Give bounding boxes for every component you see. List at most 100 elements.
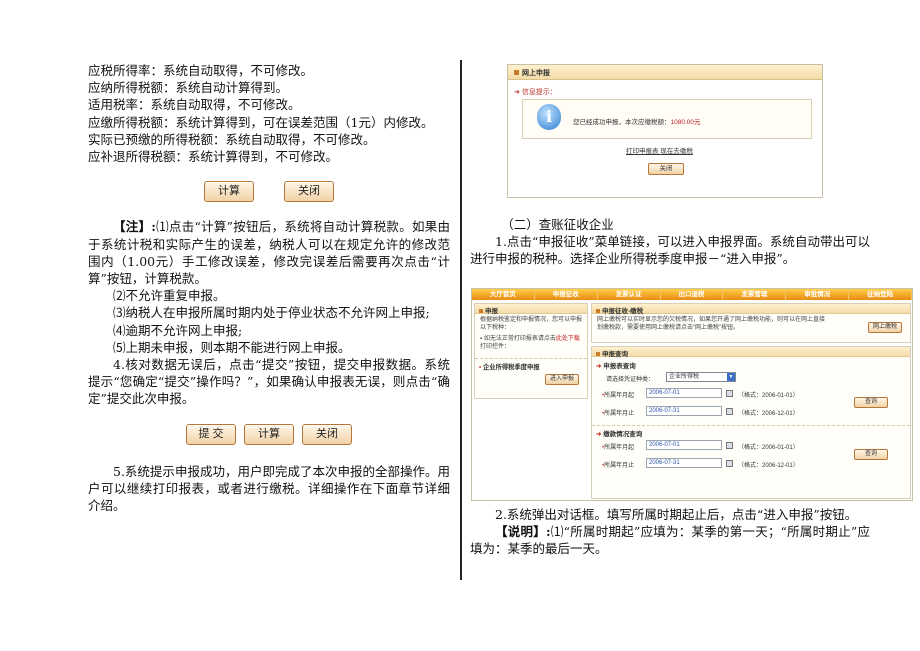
nav-item-filing[interactable]: 申报征收 [535, 289, 598, 300]
square-icon [514, 70, 519, 75]
tax-type-label: 企业所得税季度申报 [482, 364, 540, 371]
from-date-input[interactable]: 2006-07-01 [646, 388, 722, 398]
message-text: 您已经成功申报，本次应缴税额： [573, 119, 671, 126]
message-box: i 您已经成功申报，本次应缴税额：1080.00元 [522, 99, 812, 139]
format-hint: （格式：2006-12-01） [738, 411, 799, 417]
query-button[interactable]: 查询 [854, 449, 888, 460]
arrow-icon: ➜ [596, 363, 602, 370]
panel-title: 申报征收-缴税 [602, 308, 644, 315]
step-2-paragraph: 2.系统弹出对话框。填写所属时期起止后，点击“进入申报”按钮。 [495, 507, 858, 522]
note-item: ⑵不允许重复申报。 [113, 288, 226, 304]
enter-filing-button[interactable]: 进入申报 [545, 374, 579, 385]
tax-type-item: • 企业所得税季度申报 [475, 360, 544, 373]
text-line: 应税所得率：系统自动取得，不可修改。 [88, 63, 314, 78]
note-paragraph: 【注】:⑴点击“计算”按钮后，系统将自动计算税款。如果由于系统计税和实际产生的误… [88, 218, 450, 287]
section-label: 缴款情况查询 [603, 431, 643, 438]
format-hint: （格式：2006-01-01） [738, 445, 799, 451]
format-hint: （格式：2006-01-01） [738, 393, 799, 399]
to-label: •所属年月止 [602, 411, 635, 417]
panel-text-part: 如无法正常打印报表请点击 [483, 336, 556, 342]
bullet-icon: • [479, 364, 482, 371]
section-title: （二）查账征收企业 [501, 217, 614, 232]
pay-description: 网上缴税可以实时显示您的欠税情况，如果您开通了网上缴税功能，则可以在网上直接划缴… [597, 317, 826, 331]
panel-title: 申报 [485, 308, 498, 315]
close-button[interactable]: 关闭 [284, 181, 334, 203]
calculate-button[interactable]: 计算 [204, 181, 254, 203]
panel-text: 根据纳税鉴定和申报情况，您可以申报以下税种： ▪ 如无法正常打印报表请点击此处下… [475, 314, 587, 353]
payment-to-date-input[interactable]: 2006-07-31 [646, 458, 722, 468]
nav-item-approval[interactable]: 审批情况 [786, 289, 850, 300]
text-line: 适用税率：系统自动取得，不可修改。 [88, 97, 301, 113]
to-label: •所属年月止 [602, 463, 635, 469]
filing-left-panel: 申报 根据纳税鉴定和申报情况，您可以申报以下税种： ▪ 如无法正常打印报表请点击… [474, 303, 588, 399]
panel-text-line: 根据纳税鉴定和申报情况，您可以申报以下税种： [480, 317, 583, 331]
info-icon: i [537, 104, 561, 130]
amount-text: 1080.00元 [670, 119, 701, 126]
column-divider [460, 60, 462, 580]
action-links: 打印申报表 现在去缴税 [626, 145, 693, 155]
panel-text-part: 打印控件： [480, 344, 511, 350]
text-line: 应缴所得税额：系统计算得到，可在误差范围（1元）内修改。 [88, 114, 434, 130]
select-value: 企业所得税 [669, 374, 700, 380]
panel-text-line: ▪ 如无法正常打印报表请点击此处下载打印控件： [480, 335, 582, 351]
square-icon [596, 352, 600, 356]
warning-icon: ▪ [480, 336, 483, 342]
pay-panel: 申报征收-缴税 网上缴税可以实时显示您的欠税情况，如果您开通了网上缴税功能，则可… [591, 303, 911, 343]
voucher-type-label: 请选择凭证种类： [606, 377, 655, 383]
nav-item-invoice-mgmt[interactable]: 发票管理 [723, 289, 787, 300]
calendar-icon[interactable] [726, 408, 733, 415]
voucher-type-select[interactable]: 企业所得税 ▼ [666, 372, 736, 382]
separator [475, 358, 587, 359]
close-button[interactable]: 关闭 [302, 423, 352, 445]
top-nav: 大厅首页 申报征收 发票认证 出口退税 发票管理 审批情况 征纳登陆 [472, 289, 913, 300]
calendar-icon[interactable] [726, 390, 733, 397]
note-item: ⑶纳税人在申报所属时期内处于停业状态不允许网上申报; [113, 305, 430, 321]
text-line: 应纳所得税额：系统自动计算得到。 [88, 80, 289, 96]
note-label: 【注】: [113, 219, 156, 235]
calculate-button[interactable]: 计算 [244, 423, 294, 445]
report-query-section: ➜ 申报表查询 [596, 360, 636, 370]
pay-now-link[interactable]: 现在去缴税 [660, 148, 693, 155]
from-label: •所属年月起 [602, 393, 635, 399]
arrow-icon: ➜ [596, 431, 602, 438]
nav-item-home[interactable]: 大厅首页 [472, 289, 535, 300]
panel-header: 申报征收-缴税 [592, 304, 910, 315]
panel-header: 申报查询 [592, 347, 910, 358]
panel-header: 网上申报 [508, 65, 822, 80]
query-panel: 申报查询 ➜ 申报表查询 请选择凭证种类： 企业所得税 ▼ •所属年月起 2006… [591, 346, 911, 499]
step-5-paragraph: 5.系统提示申报成功，用户即完成了本次申报的全部操作。用户可以继续打印报表，或者… [88, 463, 450, 514]
calendar-icon[interactable] [726, 442, 733, 449]
note-item: ⑸上期未申报，则本期不能进行网上申报。 [113, 339, 351, 355]
query-button[interactable]: 查询 [854, 397, 888, 408]
panel-title: 申报查询 [602, 351, 628, 358]
note-item: ⑷逾期不允许网上申报; [113, 322, 243, 338]
separator [592, 425, 910, 426]
arrow-icon: ➜ [514, 89, 520, 96]
success-message: 您已经成功申报，本次应缴税额：1080.00元 [573, 116, 701, 126]
from-label: •所属年月起 [602, 445, 635, 451]
online-pay-button[interactable]: 网上缴税 [868, 322, 902, 333]
panel-header: 申报 [475, 304, 587, 315]
right-column-bottom: 2.系统弹出对话框。填写所属时期起止后，点击“进入申报”按钮。 【说明】:⑴“所… [470, 506, 870, 558]
to-date-input[interactable]: 2006-07-31 [646, 406, 722, 416]
format-hint: （格式：2006-12-01） [738, 463, 799, 469]
submit-button[interactable]: 提 交 [186, 423, 236, 445]
payment-query-section: ➜ 缴款情况查询 [596, 428, 642, 438]
download-link[interactable]: 此处下载 [556, 336, 580, 342]
chevron-down-icon: ▼ [727, 373, 735, 381]
nav-item-invoice-auth[interactable]: 发票认证 [598, 289, 661, 300]
close-button[interactable]: 关闭 [648, 163, 684, 175]
info-tip: ➜ 信息提示： [514, 87, 557, 97]
filing-screenshot: 大厅首页 申报征收 发票认证 出口退税 发票管理 审批情况 征纳登陆 申报 根据… [471, 288, 913, 501]
step-4-paragraph: 4.核对数据无误后，点击“提交”按钮，提交申报数据。系统提示“您确定“提交”操作… [88, 357, 450, 407]
left-column: 应税所得率：系统自动取得，不可修改。 应纳所得税额：系统自动计算得到。 适用税率… [88, 62, 450, 514]
panel-title: 网上申报 [522, 70, 550, 77]
calendar-icon[interactable] [726, 460, 733, 467]
print-report-link[interactable]: 打印申报表 [626, 148, 659, 155]
document-page: 应税所得率：系统自动取得，不可修改。 应纳所得税额：系统自动计算得到。 适用税率… [0, 0, 920, 651]
nav-item-login[interactable]: 征纳登陆 [849, 289, 913, 300]
nav-item-export-refund[interactable]: 出口退税 [661, 289, 724, 300]
payment-from-date-input[interactable]: 2006-07-01 [646, 440, 722, 450]
online-filing-panel: 网上申报 ➜ 信息提示： i 您已经成功申报，本次应缴税额：1080.00元 打… [507, 64, 823, 198]
button-row: 提 交 计算 关闭 [88, 423, 450, 445]
